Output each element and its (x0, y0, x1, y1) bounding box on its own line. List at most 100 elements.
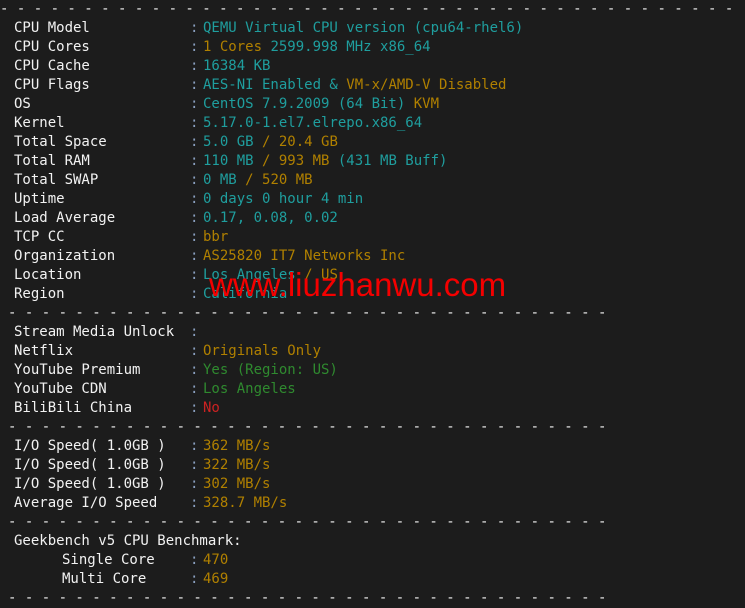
row-colon: : (190, 552, 199, 568)
row-label: Region (14, 286, 65, 302)
row-value: 16384 KB (203, 58, 271, 74)
system-info-row: CPU Cache:16384 KB (0, 57, 745, 76)
row-label: Total Space (14, 134, 107, 150)
stream-media-row: Netflix: Originals Only (0, 342, 745, 361)
row-colon: : (190, 476, 199, 492)
row-label: I/O Speed( 1.0GB ) (14, 476, 166, 492)
row-colon: : (190, 77, 199, 93)
row-value: 0.17, 0.08, 0.02 (203, 210, 338, 226)
row-value: 322 MB/s (203, 457, 271, 473)
row-label: YouTube CDN (14, 381, 107, 397)
stream-media-row: YouTube Premium: Yes (Region: US) (0, 361, 745, 380)
row-colon: : (190, 362, 199, 378)
row-colon: : (190, 210, 199, 226)
row-value: / US (304, 267, 338, 283)
row-value: 2599.998 MHz x86_64 (262, 39, 431, 55)
system-info-row: Load Average:0.17, 0.08, 0.02 (0, 209, 745, 228)
system-info-row: Region: California (0, 285, 745, 304)
row-colon: : (190, 381, 199, 397)
stream-media-row: YouTube CDN: Los Angeles (0, 380, 745, 399)
row-label: OS (14, 96, 31, 112)
row-value: AS25820 IT7 Networks Inc (203, 248, 406, 264)
system-info-row: Uptime:0 days 0 hour 4 min (0, 190, 745, 209)
separator-dashes: - - - - - - - - - - - - - - - - - - - - … (0, 1, 734, 17)
separator-stream-media: - - - - - - - - - - - - - - - - - - - - … (0, 304, 745, 323)
row-label: TCP CC (14, 229, 65, 245)
row-label: CPU Flags (14, 77, 90, 93)
system-info-row: TCP CC: bbr (0, 228, 745, 247)
system-info-row: CPU Model: QEMU Virtual CPU version (cpu6… (0, 19, 745, 38)
row-label: Stream Media Unlock (14, 324, 175, 340)
geekbench-section: Geekbench v5 CPU Benchmark: Single Core:4… (0, 532, 745, 589)
row-colon: : (190, 134, 199, 150)
row-label: Total SWAP (14, 172, 99, 188)
row-value: CentOS 7.9.2009 (64 Bit) (203, 96, 414, 112)
row-colon: : (190, 20, 199, 36)
separator-top: - - - - - - - - - - - - - - - - - - - - … (0, 0, 745, 19)
system-info-row: Organization: AS25820 IT7 Networks Inc (0, 247, 745, 266)
row-colon: : (190, 324, 199, 340)
row-value: No (203, 400, 220, 416)
row-value: Los Angeles (203, 267, 305, 283)
row-value: 1 Cores (203, 39, 263, 55)
row-value: (431 MB Buff) (337, 153, 448, 169)
row-colon: : (190, 229, 199, 245)
io-speed-row: I/O Speed( 1.0GB ):322 MB/s (0, 456, 745, 475)
row-colon: : (190, 267, 199, 283)
separator-io: - - - - - - - - - - - - - - - - - - - - … (0, 418, 745, 437)
row-value: QEMU Virtual CPU version (cpu64-rhel6) (203, 20, 524, 36)
row-value: KVM (413, 96, 440, 112)
row-value: 302 MB/s (203, 476, 271, 492)
row-value: 470 (203, 552, 229, 568)
row-value: Yes (Region: US) (203, 362, 338, 378)
row-label: Total RAM (14, 153, 90, 169)
row-value: 362 MB/s (203, 438, 271, 454)
row-colon: : (190, 115, 199, 131)
geekbench-heading: Geekbench v5 CPU Benchmark: (0, 532, 745, 551)
row-value: Originals Only (203, 343, 322, 359)
row-label: Load Average (14, 210, 116, 226)
row-label: CPU Cores (14, 39, 90, 55)
geekbench-row: Single Core:470 (0, 551, 745, 570)
row-colon: : (190, 248, 199, 264)
row-value: 5.17.0-1.el7.elrepo.x86_64 (203, 115, 423, 131)
row-label: Single Core (62, 552, 155, 568)
system-info-section: CPU Model: QEMU Virtual CPU version (cpu6… (0, 19, 745, 304)
io-speed-row: I/O Speed( 1.0GB ):302 MB/s (0, 475, 745, 494)
row-colon: : (190, 286, 199, 302)
row-colon: : (190, 172, 199, 188)
io-speed-row: I/O Speed( 1.0GB ):362 MB/s (0, 437, 745, 456)
row-colon: : (190, 96, 199, 112)
separator-dashes: - - - - - - - - - - - - - - - - - - - - … (8, 305, 607, 321)
io-speed-section: I/O Speed( 1.0GB ):362 MB/s I/O Speed( 1.… (0, 437, 745, 513)
system-info-row: CPU Flags: AES-NI Enabled & VM-x/AMD-V Di… (0, 76, 745, 95)
row-label: CPU Model (14, 20, 90, 36)
row-label: Multi Core (62, 571, 147, 587)
row-value: California (203, 286, 288, 302)
row-label: Netflix (14, 343, 74, 359)
io-speed-row: Average I/O Speed:328.7 MB/s (0, 494, 745, 513)
geekbench-row: Multi Core:469 (0, 570, 745, 589)
system-info-row: Location: Los Angeles / US (0, 266, 745, 285)
row-value: AES-NI Enabled & (203, 77, 347, 93)
row-colon: : (190, 153, 199, 169)
system-info-row: Kernel:5.17.0-1.el7.elrepo.x86_64 (0, 114, 745, 133)
separator-geekbench: - - - - - - - - - - - - - - - - - - - - … (0, 513, 745, 532)
row-colon: : (190, 400, 199, 416)
row-colon: : (190, 457, 199, 473)
system-info-row: OS: CentOS 7.9.2009 (64 Bit) KVM (0, 95, 745, 114)
row-colon: : (190, 343, 199, 359)
row-value: 328.7 MB/s (203, 495, 288, 511)
row-colon: : (190, 571, 199, 587)
row-label: I/O Speed( 1.0GB ) (14, 438, 166, 454)
row-label: YouTube Premium (14, 362, 141, 378)
row-value: 469 (203, 571, 229, 587)
row-label: Kernel (14, 115, 65, 131)
row-value: bbr (203, 229, 229, 245)
row-colon: : (190, 191, 199, 207)
separator-dashes: - - - - - - - - - - - - - - - - - - - - … (8, 590, 607, 606)
system-info-row: Total SWAP:0 MB / 520 MB (0, 171, 745, 190)
terminal-output: - - - - - - - - - - - - - - - - - - - - … (0, 0, 745, 606)
row-value: 5.0 GB (203, 134, 263, 150)
row-colon: : (190, 495, 199, 511)
